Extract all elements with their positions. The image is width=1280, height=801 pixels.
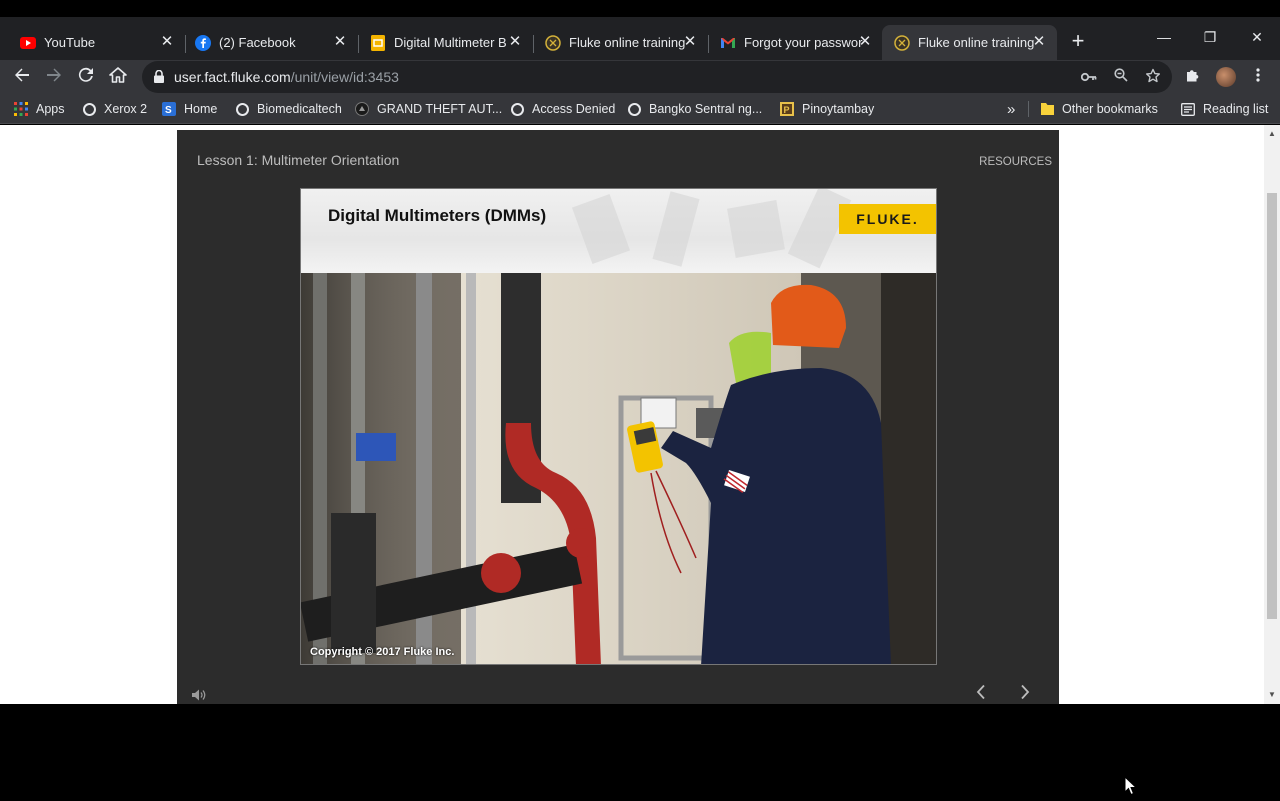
bookmark-label: Bangko Sentral ng... — [649, 102, 763, 116]
bookmark-label: Reading list — [1203, 102, 1269, 116]
bookmark-label: Other bookmarks — [1062, 102, 1158, 116]
photo-illustration — [301, 273, 936, 664]
apps-grid-icon — [14, 102, 28, 116]
extensions-puzzle-icon[interactable] — [1183, 67, 1203, 87]
lesson-title: Lesson 1: Multimeter Orientation — [197, 152, 400, 168]
tab-youtube[interactable]: YouTube ✕ — [8, 25, 185, 60]
next-slide-chevron-icon[interactable] — [1017, 684, 1033, 704]
globe-icon — [235, 102, 249, 116]
bookmark-label: GRAND THEFT AUT... — [377, 102, 503, 116]
facebook-icon — [195, 34, 211, 51]
fluke-icon — [894, 34, 910, 51]
bookmark-label: Apps — [36, 102, 65, 116]
url-text: user.fact.fluke.com/unit/view/id:3453 — [174, 69, 399, 85]
tab-bar: YouTube ✕ (2) Facebook ✕ Digital Multime… — [0, 17, 1280, 60]
tab-fluke-training-1[interactable]: Fluke online training ✕ — [533, 25, 708, 60]
page-scrollbar[interactable]: ▲ ▼ — [1264, 125, 1280, 704]
bookmarks-divider — [1028, 101, 1029, 117]
url-path: /unit/view/id:3453 — [290, 69, 399, 85]
top-black-strip — [0, 0, 1280, 17]
close-tab-icon[interactable]: ✕ — [857, 34, 873, 50]
close-tab-icon[interactable]: ✕ — [1031, 34, 1047, 50]
bookmarks-overflow-chevron[interactable]: » — [1007, 101, 1015, 118]
address-bar[interactable]: user.fact.fluke.com/unit/view/id:3453 — [142, 61, 1172, 93]
game-icon — [355, 102, 369, 116]
fluke-logo: FLUKE. — [839, 204, 936, 234]
zoom-icon[interactable] — [1112, 68, 1130, 86]
restore-icon[interactable]: ❐ — [1200, 27, 1220, 47]
reading-list-button[interactable]: Reading list — [1181, 101, 1268, 117]
gmail-icon — [720, 35, 736, 51]
minimize-icon[interactable]: — — [1154, 27, 1174, 47]
tab-facebook[interactable]: (2) Facebook ✕ — [183, 25, 358, 60]
bookmark-access-denied[interactable]: Access Denied — [510, 101, 615, 117]
bookmark-label: Access Denied — [532, 102, 616, 116]
globe-icon — [82, 102, 96, 116]
scroll-up-arrow-icon[interactable]: ▲ — [1267, 129, 1277, 138]
bookmark-home[interactable]: S Home — [162, 101, 217, 117]
menu-kebab-icon[interactable] — [1248, 67, 1268, 87]
bottom-black-strip — [0, 704, 1280, 720]
back-arrow-icon[interactable] — [11, 66, 33, 88]
close-window-icon[interactable]: ✕ — [1247, 27, 1267, 47]
tab-gmail[interactable]: Forgot your passwor ✕ — [708, 25, 883, 60]
globe-icon — [510, 102, 524, 116]
reading-list-icon — [1181, 102, 1195, 116]
bookmark-bangko-sentral[interactable]: Bangko Sentral ng... — [627, 101, 762, 117]
slide-title: Digital Multimeters (DMMs) — [328, 206, 547, 225]
lesson-slide: Digital Multimeters (DMMs) FLUKE. Copyri… — [300, 188, 937, 665]
browser-toolbar: user.fact.fluke.com/unit/view/id:3453 — [0, 60, 1280, 94]
svg-text:S: S — [165, 105, 172, 116]
scroll-down-arrow-icon[interactable]: ▼ — [1267, 690, 1277, 699]
bookmark-label: Xerox 2 — [104, 102, 148, 116]
youtube-icon — [20, 35, 36, 51]
bookmark-biomedicaltech[interactable]: Biomedicaltech — [235, 101, 342, 117]
bookmark-pinoytambay[interactable]: P Pinoytambay — [780, 101, 874, 117]
url-host: user.fact.fluke.com — [174, 69, 291, 85]
bookmark-label: Biomedicaltech — [257, 102, 342, 116]
bookmark-label: Home — [184, 102, 218, 116]
site-icon: S — [162, 102, 176, 116]
bookmarks-bar: Apps Xerox 2 S Home Biomedicaltech GRAND… — [0, 94, 1280, 124]
reload-icon[interactable] — [75, 66, 97, 88]
bookmark-xerox[interactable]: Xerox 2 — [82, 101, 147, 117]
new-tab-button[interactable]: + — [1068, 30, 1088, 52]
mouse-cursor-icon — [1124, 775, 1138, 801]
technician-photo: Copyright © 2017 Fluke Inc. — [301, 273, 936, 664]
previous-slide-chevron-icon[interactable] — [973, 684, 989, 704]
forward-arrow-icon[interactable] — [43, 66, 65, 88]
page-viewport: Lesson 1: Multimeter Orientation RESOURC… — [0, 125, 1264, 796]
course-player: Lesson 1: Multimeter Orientation RESOURC… — [177, 130, 1059, 704]
bookmark-other-bookmarks[interactable]: Other bookmarks — [1040, 101, 1158, 117]
fluke-icon — [545, 34, 561, 51]
lock-icon — [154, 69, 164, 88]
tab-fluke-training-active[interactable]: Fluke online training ✕ — [882, 25, 1057, 60]
key-icon[interactable] — [1080, 68, 1098, 86]
svg-text:P: P — [784, 105, 790, 115]
globe-icon — [627, 102, 641, 116]
close-tab-icon[interactable]: ✕ — [507, 34, 523, 50]
profile-avatar[interactable] — [1216, 67, 1236, 87]
folder-icon — [1040, 102, 1054, 116]
close-tab-icon[interactable]: ✕ — [159, 34, 175, 50]
volume-icon[interactable] — [191, 688, 207, 702]
close-tab-icon[interactable]: ✕ — [682, 34, 698, 50]
scrollbar-thumb[interactable] — [1267, 193, 1277, 619]
bookmark-apps[interactable]: Apps — [14, 101, 65, 117]
tab-digital-multimeter[interactable]: Digital Multimeter B ✕ — [358, 25, 533, 60]
slides-icon — [370, 34, 386, 51]
bookmark-gta[interactable]: GRAND THEFT AUT... — [355, 101, 502, 117]
close-tab-icon[interactable]: ✕ — [332, 34, 348, 50]
resources-link[interactable]: RESOURCES — [979, 156, 1052, 168]
star-icon[interactable] — [1144, 68, 1162, 86]
bookmark-label: Pinoytambay — [802, 102, 875, 116]
copyright-text: Copyright © 2017 Fluke Inc. — [310, 646, 455, 658]
home-icon[interactable] — [107, 66, 129, 88]
site-icon: P — [780, 102, 794, 116]
slide-header: Digital Multimeters (DMMs) FLUKE. — [301, 189, 936, 273]
